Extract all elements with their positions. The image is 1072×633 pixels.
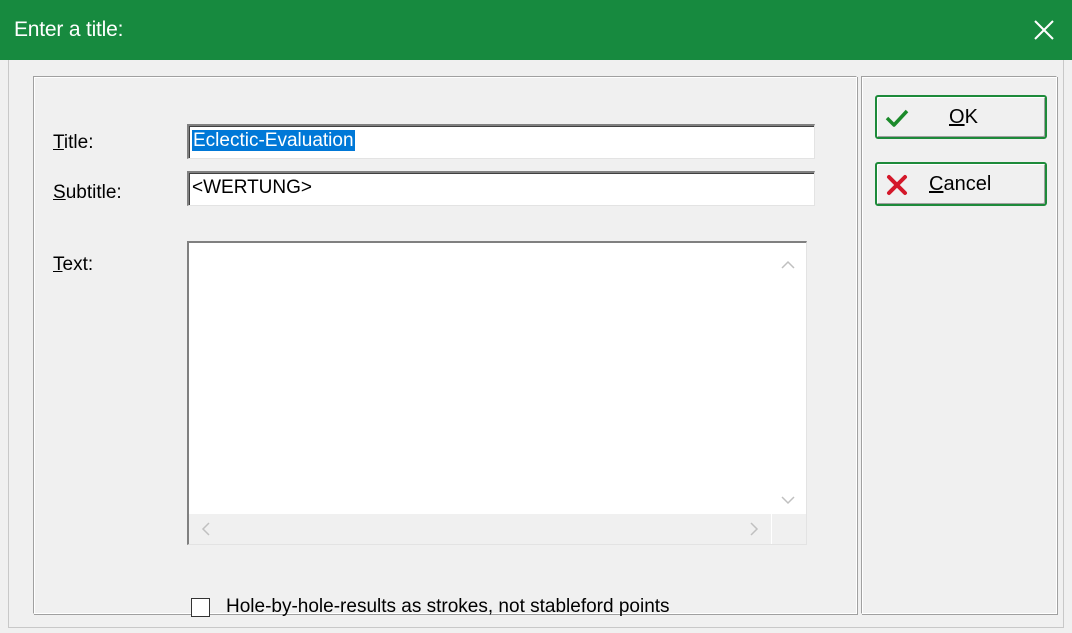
- ok-button-label: OK: [949, 106, 978, 128]
- horizontal-scrollbar[interactable]: [189, 514, 771, 544]
- cancel-button-label: Cancel: [929, 173, 992, 195]
- text-area[interactable]: [187, 241, 807, 545]
- scroll-left-icon[interactable]: [201, 521, 211, 539]
- scrollbar-corner: [772, 514, 806, 544]
- vertical-scrollbar[interactable]: [772, 243, 806, 512]
- title-input-value: Eclectic-Evaluation: [192, 130, 355, 151]
- scroll-right-icon[interactable]: [749, 521, 759, 539]
- scroll-down-icon[interactable]: [781, 490, 795, 508]
- close-button[interactable]: [1016, 0, 1072, 60]
- window-title: Enter a title:: [14, 18, 124, 41]
- text-label: Text:: [53, 254, 94, 275]
- scroll-up-icon[interactable]: [781, 255, 795, 273]
- subtitle-input-value: <WERTUNG>: [192, 177, 313, 198]
- subtitle-input[interactable]: <WERTUNG>: [187, 171, 815, 206]
- title-bar: Enter a title:: [0, 0, 1072, 60]
- cancel-button[interactable]: Cancel: [875, 162, 1047, 206]
- title-label: Title:: [53, 132, 94, 153]
- button-panel: [861, 76, 1057, 614]
- strokes-checkbox[interactable]: [191, 598, 210, 617]
- strokes-checkbox-label[interactable]: Hole-by-hole-results as strokes, not sta…: [226, 596, 670, 618]
- title-input[interactable]: Eclectic-Evaluation: [187, 124, 815, 159]
- red-x-icon: [885, 174, 909, 196]
- subtitle-label: Subtitle:: [53, 182, 122, 203]
- ok-button[interactable]: OK: [875, 95, 1047, 139]
- checkmark-icon: [885, 107, 909, 129]
- close-icon: [1034, 20, 1054, 40]
